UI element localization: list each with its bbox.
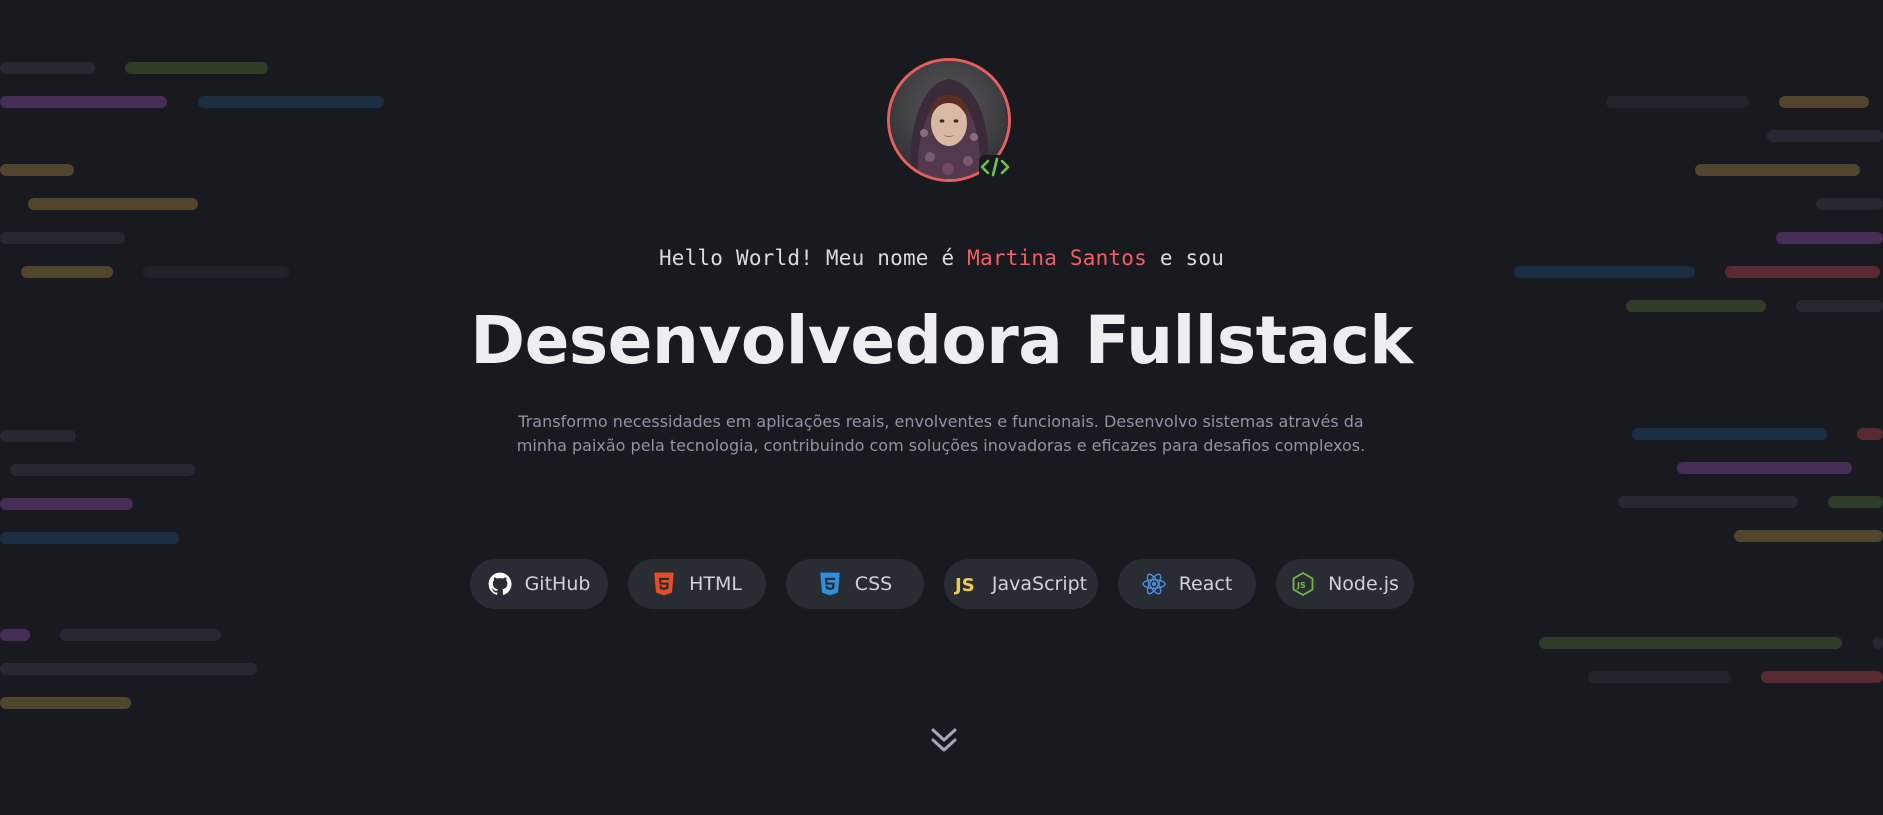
page-title: Desenvolvedora Fullstack (470, 302, 1413, 379)
code-line (0, 697, 131, 709)
scroll-down-button[interactable] (926, 722, 962, 758)
tech-label: JavaScript (991, 573, 1088, 595)
code-line (0, 430, 76, 442)
code-brackets-icon (977, 152, 1013, 182)
svg-text:JS: JS (954, 575, 975, 596)
code-line (1761, 671, 1883, 683)
code-line (0, 232, 125, 244)
profile-avatar (887, 58, 1011, 182)
code-line (28, 198, 198, 210)
code-line (0, 532, 179, 544)
code-line (0, 663, 257, 675)
code-line (1632, 428, 1827, 440)
code-line (1618, 496, 1798, 508)
github-icon (487, 571, 513, 597)
code-line (1816, 198, 1883, 210)
tech-label: CSS (854, 573, 893, 595)
tech-pill-nodejs[interactable]: JS Node.js (1275, 559, 1414, 609)
tech-pill-html[interactable]: HTML (627, 559, 766, 609)
tech-pill-css[interactable]: CSS (785, 559, 924, 609)
code-line (1734, 530, 1883, 542)
code-line (10, 464, 195, 476)
code-line (0, 96, 167, 108)
react-icon (1141, 571, 1167, 597)
code-line (0, 62, 95, 74)
code-line (198, 96, 384, 108)
code-line (1776, 232, 1883, 244)
nodejs-icon: JS (1290, 571, 1316, 597)
greeting-prefix: Hello World! Meu nome é (658, 246, 968, 270)
code-line (1606, 96, 1749, 108)
double-chevron-down-icon (931, 728, 957, 752)
code-line (1828, 496, 1883, 508)
developer-name: Martina Santos (967, 246, 1147, 270)
code-line (125, 62, 268, 74)
tech-pill-github[interactable]: GitHub (469, 559, 608, 609)
code-line (0, 498, 133, 510)
code-line (0, 629, 30, 641)
css3-icon (817, 571, 843, 597)
greeting-suffix: e sou (1146, 246, 1225, 270)
code-line (1767, 130, 1883, 142)
tech-stack-list: GitHub HTML CSS JS JavaScript React JS N… (0, 559, 1883, 609)
code-line (1539, 637, 1842, 649)
javascript-icon: JS (954, 571, 980, 597)
code-line (60, 629, 221, 641)
svg-text:JS: JS (1296, 581, 1306, 590)
code-line (1695, 164, 1860, 176)
html5-icon (651, 571, 677, 597)
hero-description: Transformo necessidades em aplicações re… (516, 412, 1366, 455)
tech-label: Node.js (1328, 573, 1399, 595)
code-line (0, 164, 74, 176)
code-line (1857, 428, 1883, 440)
code-line (1873, 637, 1883, 649)
tech-label: React (1178, 573, 1233, 595)
code-line (1677, 462, 1852, 474)
code-line (1588, 671, 1731, 683)
code-line (1779, 96, 1869, 108)
greeting-text: Hello World! Meu nome é Martina Santos e… (0, 246, 1883, 270)
tech-label: HTML (689, 573, 742, 595)
tech-pill-javascript[interactable]: JS JavaScript (943, 559, 1098, 609)
tech-label: GitHub (524, 573, 591, 595)
tech-pill-react[interactable]: React (1117, 559, 1256, 609)
hero-section: Hello World! Meu nome é Martina Santos e… (0, 0, 1883, 815)
